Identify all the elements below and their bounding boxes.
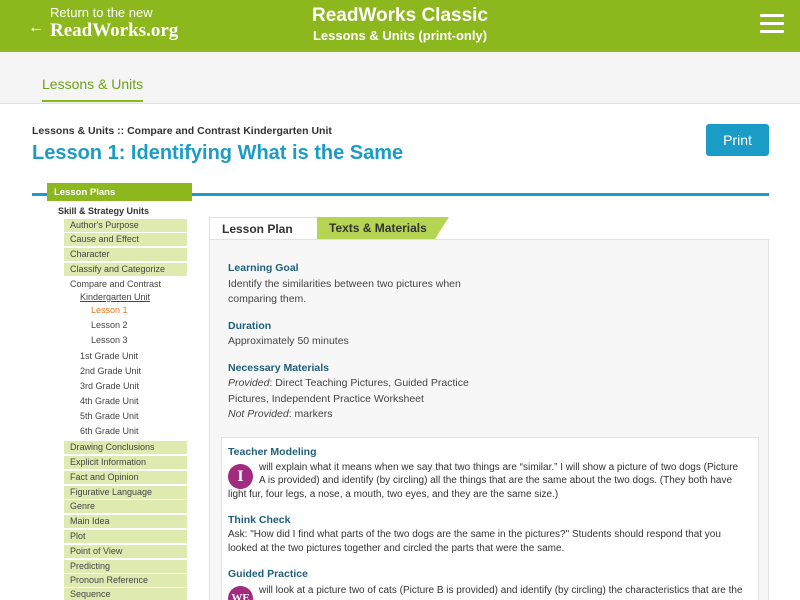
- sidebar-grade-5[interactable]: 5th Grade Unit: [80, 411, 139, 422]
- sidebar-item-fact-opinion[interactable]: Fact and Opinion: [64, 471, 187, 484]
- sidebar-item-cause-effect[interactable]: Cause and Effect: [64, 233, 187, 246]
- materials-heading: Necessary Materials: [228, 362, 329, 374]
- sidebar-grade-2[interactable]: 2nd Grade Unit: [80, 366, 141, 377]
- return-to-readworks-link[interactable]: ← Return to the new ReadWorks.org: [28, 5, 178, 42]
- return-line1: Return to the new: [50, 5, 153, 20]
- sidebar-grade-1[interactable]: 1st Grade Unit: [80, 351, 138, 362]
- teacher-modeling-line3: light fur, four legs, a nose, a mouth, t…: [228, 489, 559, 500]
- sidebar-item-sequence[interactable]: Sequence: [64, 588, 187, 600]
- nav-lessons-units[interactable]: Lessons & Units: [42, 76, 144, 102]
- duration-text: Approximately 50 minutes: [228, 335, 349, 347]
- breadcrumb: Lessons & Units :: Compare and Contrast …: [32, 125, 332, 137]
- sub-navigation: Lessons & Units: [0, 52, 800, 104]
- readworks-logo: ReadWorks.org: [50, 20, 179, 41]
- hamburger-icon[interactable]: [760, 14, 784, 36]
- duration-heading: Duration: [228, 320, 272, 332]
- materials-provided-line2: Pictures, Independent Practice Worksheet: [228, 393, 424, 405]
- guided-practice-heading: Guided Practice: [228, 568, 308, 580]
- left-arrow-icon: ←: [28, 18, 44, 36]
- sidebar-item-authors-purpose[interactable]: Author's Purpose: [64, 219, 187, 232]
- sidebar-item-kindergarten-unit[interactable]: Kindergarten Unit: [80, 292, 150, 303]
- tab-texts-materials-edge: [435, 217, 449, 239]
- provided-label: Provided: [228, 377, 270, 389]
- think-check-line1: Ask: "How did I find what parts of the t…: [228, 529, 721, 540]
- sidebar-item-main-idea[interactable]: Main Idea: [64, 515, 187, 528]
- sidebar-subheading: Skill & Strategy Units: [58, 206, 150, 216]
- sidebar-item-pronoun-reference[interactable]: Pronoun Reference: [64, 574, 187, 587]
- guided-practice-line1: will look at a picture two of cats (Pict…: [259, 585, 743, 596]
- sidebar-lesson-2[interactable]: Lesson 2: [91, 320, 128, 331]
- sidebar-grade-4[interactable]: 4th Grade Unit: [80, 396, 139, 407]
- sidebar-lesson-1[interactable]: Lesson 1: [91, 305, 128, 316]
- think-check-line2: looked at the two pictures together and …: [228, 543, 565, 554]
- site-title: ReadWorks Classic: [311, 5, 488, 26]
- sidebar-item-compare-contrast[interactable]: Compare and Contrast: [70, 279, 161, 290]
- tab-texts-materials[interactable]: Texts & Materials: [317, 217, 435, 239]
- learning-goal-line2: comparing them.: [228, 293, 307, 305]
- tab-lesson-plan[interactable]: Lesson Plan: [209, 217, 317, 239]
- site-title-block: ReadWorks Classic Lessons & Units (print…: [250, 5, 550, 45]
- learning-goal-heading: Learning Goal: [228, 262, 299, 274]
- materials-not-provided: Not Provided: markers: [228, 408, 333, 420]
- sidebar-item-point-of-view[interactable]: Point of View: [64, 545, 187, 558]
- i-badge-icon: I: [228, 464, 253, 489]
- sidebar-item-classify[interactable]: Classify and Categorize: [64, 263, 187, 276]
- sidebar-lesson-3[interactable]: Lesson 3: [91, 335, 128, 346]
- sidebar-grade-6[interactable]: 6th Grade Unit: [80, 426, 139, 437]
- sidebar-item-predicting[interactable]: Predicting: [64, 560, 187, 573]
- sidebar-item-plot[interactable]: Plot: [64, 530, 187, 543]
- think-check-heading: Think Check: [228, 514, 291, 526]
- materials-provided-line1: Provided: Direct Teaching Pictures, Guid…: [228, 377, 469, 389]
- sidebar-grade-3[interactable]: 3rd Grade Unit: [80, 381, 139, 392]
- learning-goal-line1: Identify the similarities between two pi…: [228, 278, 461, 290]
- print-button[interactable]: Print: [706, 124, 769, 156]
- sidebar-item-character[interactable]: Character: [64, 248, 187, 261]
- not-provided-label: Not Provided: [228, 408, 289, 420]
- sidebar-item-explicit-information[interactable]: Explicit Information: [64, 456, 187, 469]
- teacher-modeling-line1: will explain what it means when we say t…: [259, 462, 739, 473]
- sidebar-item-figurative-language[interactable]: Figurative Language: [64, 486, 187, 499]
- sidebar-item-drawing-conclusions[interactable]: Drawing Conclusions: [64, 441, 187, 454]
- site-subtitle: Lessons & Units (print-only): [312, 28, 488, 43]
- teacher-modeling-heading: Teacher Modeling: [228, 446, 317, 458]
- top-header: ← Return to the new ReadWorks.org ReadWo…: [0, 0, 800, 52]
- sidebar-item-genre[interactable]: Genre: [64, 500, 187, 513]
- page-title: Lesson 1: Identifying What is the Same: [32, 142, 404, 164]
- sidebar-heading-lesson-plans[interactable]: Lesson Plans: [47, 183, 192, 201]
- teacher-modeling-line2: A is provided) and identify (by circling…: [259, 475, 733, 486]
